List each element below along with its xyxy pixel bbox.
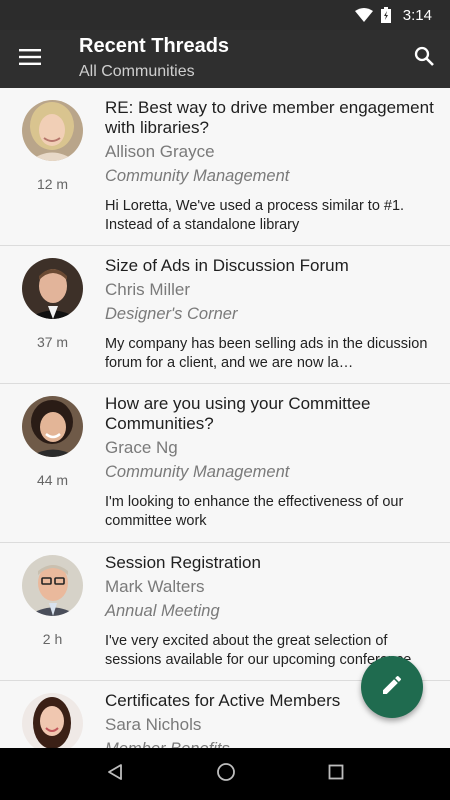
- avatar: [22, 258, 83, 319]
- home-icon[interactable]: [216, 762, 236, 787]
- battery-icon: [380, 7, 391, 23]
- thread-author: Chris Miller: [105, 280, 190, 299]
- thread-time: 37 m: [36, 334, 69, 350]
- thread-title: How are you using your Committee Communi…: [105, 394, 371, 433]
- back-icon[interactable]: [106, 763, 124, 786]
- wifi-icon: [354, 8, 373, 22]
- thread-snippet: I'm looking to enhance the effectiveness…: [105, 494, 404, 529]
- avatar: [22, 555, 83, 616]
- thread-time: 12 m: [36, 176, 69, 192]
- hamburger-icon: [19, 48, 41, 70]
- thread-snippet: My company has been selling ads in the d…: [105, 336, 428, 371]
- community-filter[interactable]: All Communities: [79, 63, 195, 81]
- status-time: 3:14: [402, 6, 432, 24]
- thread-author: Grace Ng: [105, 438, 178, 457]
- thread-item[interactable]: 12 m RE: Best way to drive member engage…: [0, 88, 450, 246]
- thread-list[interactable]: 12 m RE: Best way to drive member engage…: [0, 88, 450, 748]
- thread-community: Member Benefits: [105, 738, 435, 748]
- thread-community: Annual Meeting: [105, 602, 220, 620]
- page-title: Recent Threads: [79, 35, 230, 57]
- thread-snippet: Hi Loretta, We've used a process similar…: [105, 198, 405, 233]
- compose-button[interactable]: [361, 656, 423, 718]
- avatar: [22, 100, 83, 161]
- menu-button[interactable]: [14, 44, 46, 74]
- thread-time: 44 m: [36, 472, 69, 488]
- thread-author: Allison Grayce: [105, 142, 215, 161]
- pencil-icon: [380, 673, 404, 702]
- app-bar: Recent Threads All Communities: [0, 30, 450, 88]
- thread-community: Community Management: [105, 167, 290, 185]
- thread-title: RE: Best way to drive member engagement …: [105, 98, 434, 137]
- avatar: [22, 693, 83, 748]
- recents-icon[interactable]: [328, 764, 344, 785]
- avatar: [22, 396, 83, 457]
- search-button[interactable]: [410, 43, 438, 73]
- thread-title: Size of Ads in Discussion Forum: [105, 256, 349, 275]
- thread-time: 2 h: [42, 631, 63, 647]
- thread-author: Mark Walters: [105, 577, 205, 596]
- thread-community: Designer's Corner: [105, 305, 238, 323]
- thread-title: Session Registration: [105, 553, 261, 572]
- status-bar: 3:14: [0, 0, 450, 30]
- thread-community: Community Management: [105, 463, 290, 481]
- thread-item[interactable]: 44 m How are you using your Committee Co…: [0, 384, 450, 543]
- system-nav-bar: [0, 748, 450, 800]
- thread-item[interactable]: 37 m Size of Ads in Discussion Forum Chr…: [0, 246, 450, 384]
- search-icon: [414, 46, 434, 71]
